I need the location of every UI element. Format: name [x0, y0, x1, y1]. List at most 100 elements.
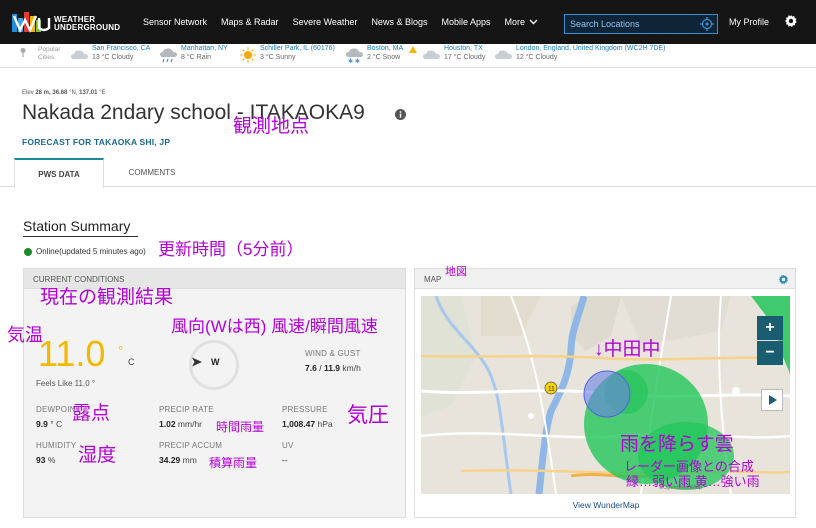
feels-like: Feels Like 11.0 °: [36, 379, 96, 388]
precip-rate-label: PRECIP RATE: [159, 405, 214, 414]
nav-sensor-network[interactable]: Sensor Network: [136, 17, 214, 27]
dewpoint-value: 9.9 ° C: [36, 419, 62, 429]
annotation-station-point: 観測地点: [233, 116, 310, 137]
search-input[interactable]: [565, 15, 697, 33]
chevron-down-icon: [529, 19, 538, 25]
annotation-update-time: 更新時間（5分前）: [158, 240, 304, 259]
city-name: Boston, MA: [367, 45, 404, 52]
play-button[interactable]: [761, 389, 783, 411]
uv-label: UV: [282, 441, 294, 450]
station-title: Nakada 2ndary school - ITAKAOKA9: [22, 101, 365, 124]
humidity-label: HUMIDITY: [36, 441, 77, 450]
humidity-value: 93 %: [36, 455, 55, 465]
locate-icon[interactable]: [700, 17, 714, 31]
humidity-number: 93: [36, 455, 46, 465]
precip-accum-value: 34.29 mm: [159, 455, 197, 465]
elevation-value: 28 m,: [35, 90, 51, 96]
temperature-unit: C: [128, 357, 135, 367]
svg-text:✱ ✱: ✱ ✱: [348, 58, 360, 63]
cloud-icon: [423, 50, 440, 59]
longitude-value: 137.01: [79, 90, 98, 96]
precip-accum-label: PRECIP ACCUM: [159, 441, 223, 450]
tab-comments[interactable]: COMMENTS: [110, 158, 194, 187]
annotation-intensity: 緑…弱い雨 黄…強い雨: [626, 474, 760, 489]
nav-maps-radar[interactable]: Maps & Radar: [214, 17, 286, 27]
humidity-unit: %: [47, 455, 56, 465]
annotation-rain-cloud: 雨を降らす雲: [620, 434, 734, 455]
popular-cities-bar: Popular Cities San Francisco, CA 13 °C C…: [0, 44, 816, 68]
wind-separator: /: [319, 363, 322, 373]
annotation-radar: レーダー画像との合成: [624, 459, 754, 474]
dewpoint-unit: ° C: [50, 419, 63, 429]
alert-icon[interactable]: [409, 46, 417, 53]
map-pin-icon: [20, 48, 26, 57]
annotation-map: 地図: [445, 266, 467, 278]
cloud-icon: [495, 50, 512, 59]
tab-pws-data[interactable]: PWS DATA: [14, 158, 104, 188]
road-number: 11: [548, 386, 555, 393]
dewpoint-number: 9.9: [36, 419, 48, 429]
snow-icon: ✱ ✱: [346, 48, 363, 63]
rain-icon: [160, 48, 177, 63]
annotation-humidity: 湿度: [78, 445, 117, 466]
wind-speed: 7.6: [305, 363, 317, 373]
nav-severe-weather[interactable]: Severe Weather: [286, 17, 365, 27]
pressure-number: 1,008.47: [282, 419, 316, 429]
precip-rate-value: 1.02 mm/hr: [159, 419, 202, 429]
station-location-meta: Elev 28 m, 36.68 °N, 137.01 °E: [22, 90, 106, 96]
city-name: London, England, United Kingdom (WC2H 7D…: [516, 45, 666, 52]
annotation-current-result: 現在の観測結果: [40, 287, 174, 308]
latitude-value: 36.68: [52, 90, 68, 96]
city-name: San Francisco, CA: [92, 45, 151, 52]
main-nav: Sensor Network Maps & Radar Severe Weath…: [136, 0, 545, 44]
pressure-label: PRESSURE: [282, 405, 328, 414]
online-status-text: Online(updated 5 minutes ago): [36, 247, 146, 256]
wind-unit: km/h: [342, 363, 361, 373]
popular-cities-label: Popular Cities: [38, 46, 60, 62]
uv-value: --: [282, 455, 288, 465]
online-status-dot: [24, 248, 32, 256]
city-condition: 3 °C Sunny: [260, 54, 296, 61]
forecast-link[interactable]: FORECAST FOR TAKAOKA SHI, JP: [22, 137, 170, 147]
city-name: Schiller Park, IL (60176): [260, 45, 335, 52]
temperature-value: 11.0: [38, 333, 106, 374]
wind-direction: W: [211, 357, 220, 367]
pressure-unit: hPa: [317, 419, 333, 429]
play-icon: [769, 395, 777, 405]
annotation-hourly-rain: 時間雨量: [216, 420, 265, 434]
zoom-in-button[interactable]: +: [757, 316, 783, 340]
elevation-prefix: Elev: [22, 90, 34, 96]
nav-news-blogs[interactable]: News & Blogs: [364, 17, 434, 27]
precip-rate-number: 1.02: [159, 419, 176, 429]
weather-underground-logo[interactable]: WEATHER UNDERGROUND: [12, 10, 130, 36]
zoom-out-button[interactable]: −: [757, 341, 783, 365]
gear-icon[interactable]: [784, 14, 798, 28]
my-profile-link[interactable]: My Profile: [729, 17, 769, 27]
station-summary-title: Station Summary: [23, 218, 131, 234]
map-settings-gear-icon[interactable]: [778, 274, 789, 285]
city-condition: 2 °C Snow: [367, 54, 401, 61]
temperature-degree: °: [118, 343, 124, 358]
view-wundermap-link[interactable]: View WunderMap: [415, 500, 797, 510]
nav-more[interactable]: More: [498, 17, 546, 27]
logo-line-2: UNDERGROUND: [54, 23, 121, 32]
top-nav-bar: WEATHER UNDERGROUND Sensor Network Maps …: [0, 0, 816, 44]
wind-gust: 11.9: [323, 363, 341, 373]
city-condition: 8 °C Rain: [181, 54, 212, 61]
city-condition: 13 °C Cloudy: [92, 54, 134, 61]
annotation-pressure: 気圧: [347, 404, 389, 427]
search-box: [564, 14, 718, 34]
city-condition: 17 °C Cloudy: [444, 54, 486, 61]
city-condition: 12 °C Cloudy: [516, 54, 558, 61]
logo-text: WEATHER UNDERGROUND: [54, 16, 134, 32]
annotation-nakada: ↓中田中: [594, 339, 661, 360]
wu-logo-icon: [12, 12, 51, 33]
info-icon[interactable]: [395, 109, 406, 120]
nav-mobile-apps[interactable]: Mobile Apps: [434, 17, 497, 27]
wind-gust-value: 7.6 / 11.9 km/h: [305, 363, 361, 373]
latitude-suffix: °N,: [69, 90, 78, 96]
wind-gust-label: WIND & GUST: [305, 349, 361, 358]
annotation-wind: 風向(Wは西) 風速/瞬間風速: [171, 317, 378, 336]
pressure-value: 1,008.47 hPa: [282, 419, 333, 429]
sun-icon: [240, 47, 256, 63]
